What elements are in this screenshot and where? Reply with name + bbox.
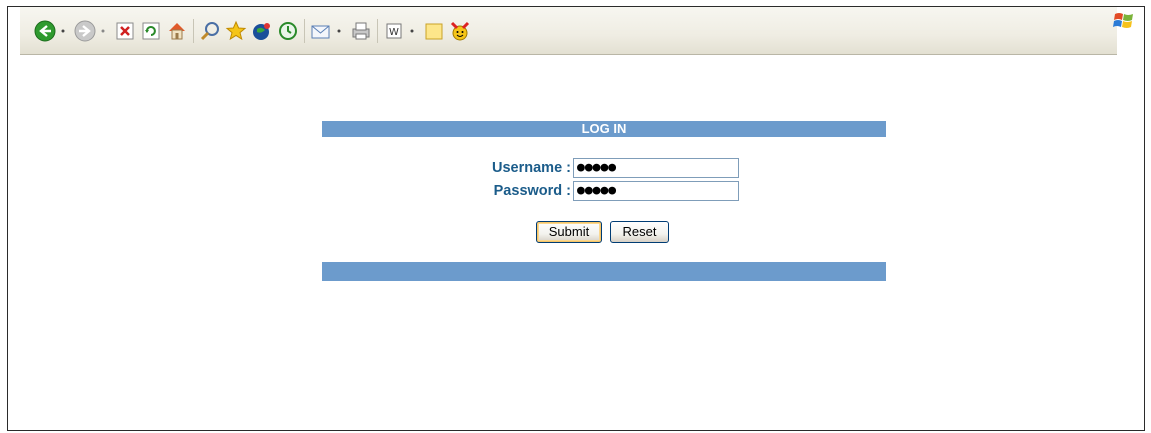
username-label: Username :: [492, 160, 571, 176]
edit-icon[interactable]: W: [381, 18, 407, 44]
stop-icon[interactable]: [112, 18, 138, 44]
discuss-icon[interactable]: [421, 18, 447, 44]
button-row: Submit Reset: [322, 221, 886, 243]
toolbar-separator: [193, 19, 194, 43]
print-icon[interactable]: [348, 18, 374, 44]
home-icon[interactable]: [164, 18, 190, 44]
browser-toolbar: W: [20, 7, 1117, 55]
login-footer: [322, 262, 886, 281]
windows-logo-icon: [1113, 10, 1135, 32]
toolbar-separator: [377, 19, 378, 43]
svg-text:W: W: [389, 27, 399, 38]
refresh-icon[interactable]: [138, 18, 164, 44]
edit-dropdown-icon[interactable]: [407, 18, 417, 44]
messenger-icon[interactable]: [447, 18, 473, 44]
favorites-icon[interactable]: [223, 18, 249, 44]
login-header: LOG IN: [322, 121, 886, 137]
password-row: Password : ●●●●●: [322, 181, 886, 203]
mail-icon[interactable]: [308, 18, 334, 44]
login-panel: LOG IN Username : ●●●●● Password : ●●●●●…: [322, 121, 886, 282]
mail-dropdown-icon[interactable]: [334, 18, 344, 44]
history-icon[interactable]: [275, 18, 301, 44]
media-icon[interactable]: [249, 18, 275, 44]
search-icon[interactable]: [197, 18, 223, 44]
back-icon[interactable]: [32, 18, 58, 44]
password-label: Password :: [493, 183, 571, 199]
forward-icon[interactable]: [72, 18, 98, 44]
toolbar-separator: [304, 19, 305, 43]
reset-button[interactable]: Reset: [610, 221, 669, 243]
username-input[interactable]: ●●●●●: [573, 158, 739, 178]
password-input[interactable]: ●●●●●: [573, 181, 739, 201]
username-row: Username : ●●●●●: [322, 158, 886, 180]
back-dropdown-icon[interactable]: [58, 18, 68, 44]
submit-button[interactable]: Submit: [536, 221, 602, 243]
forward-dropdown-icon[interactable]: [98, 18, 108, 44]
